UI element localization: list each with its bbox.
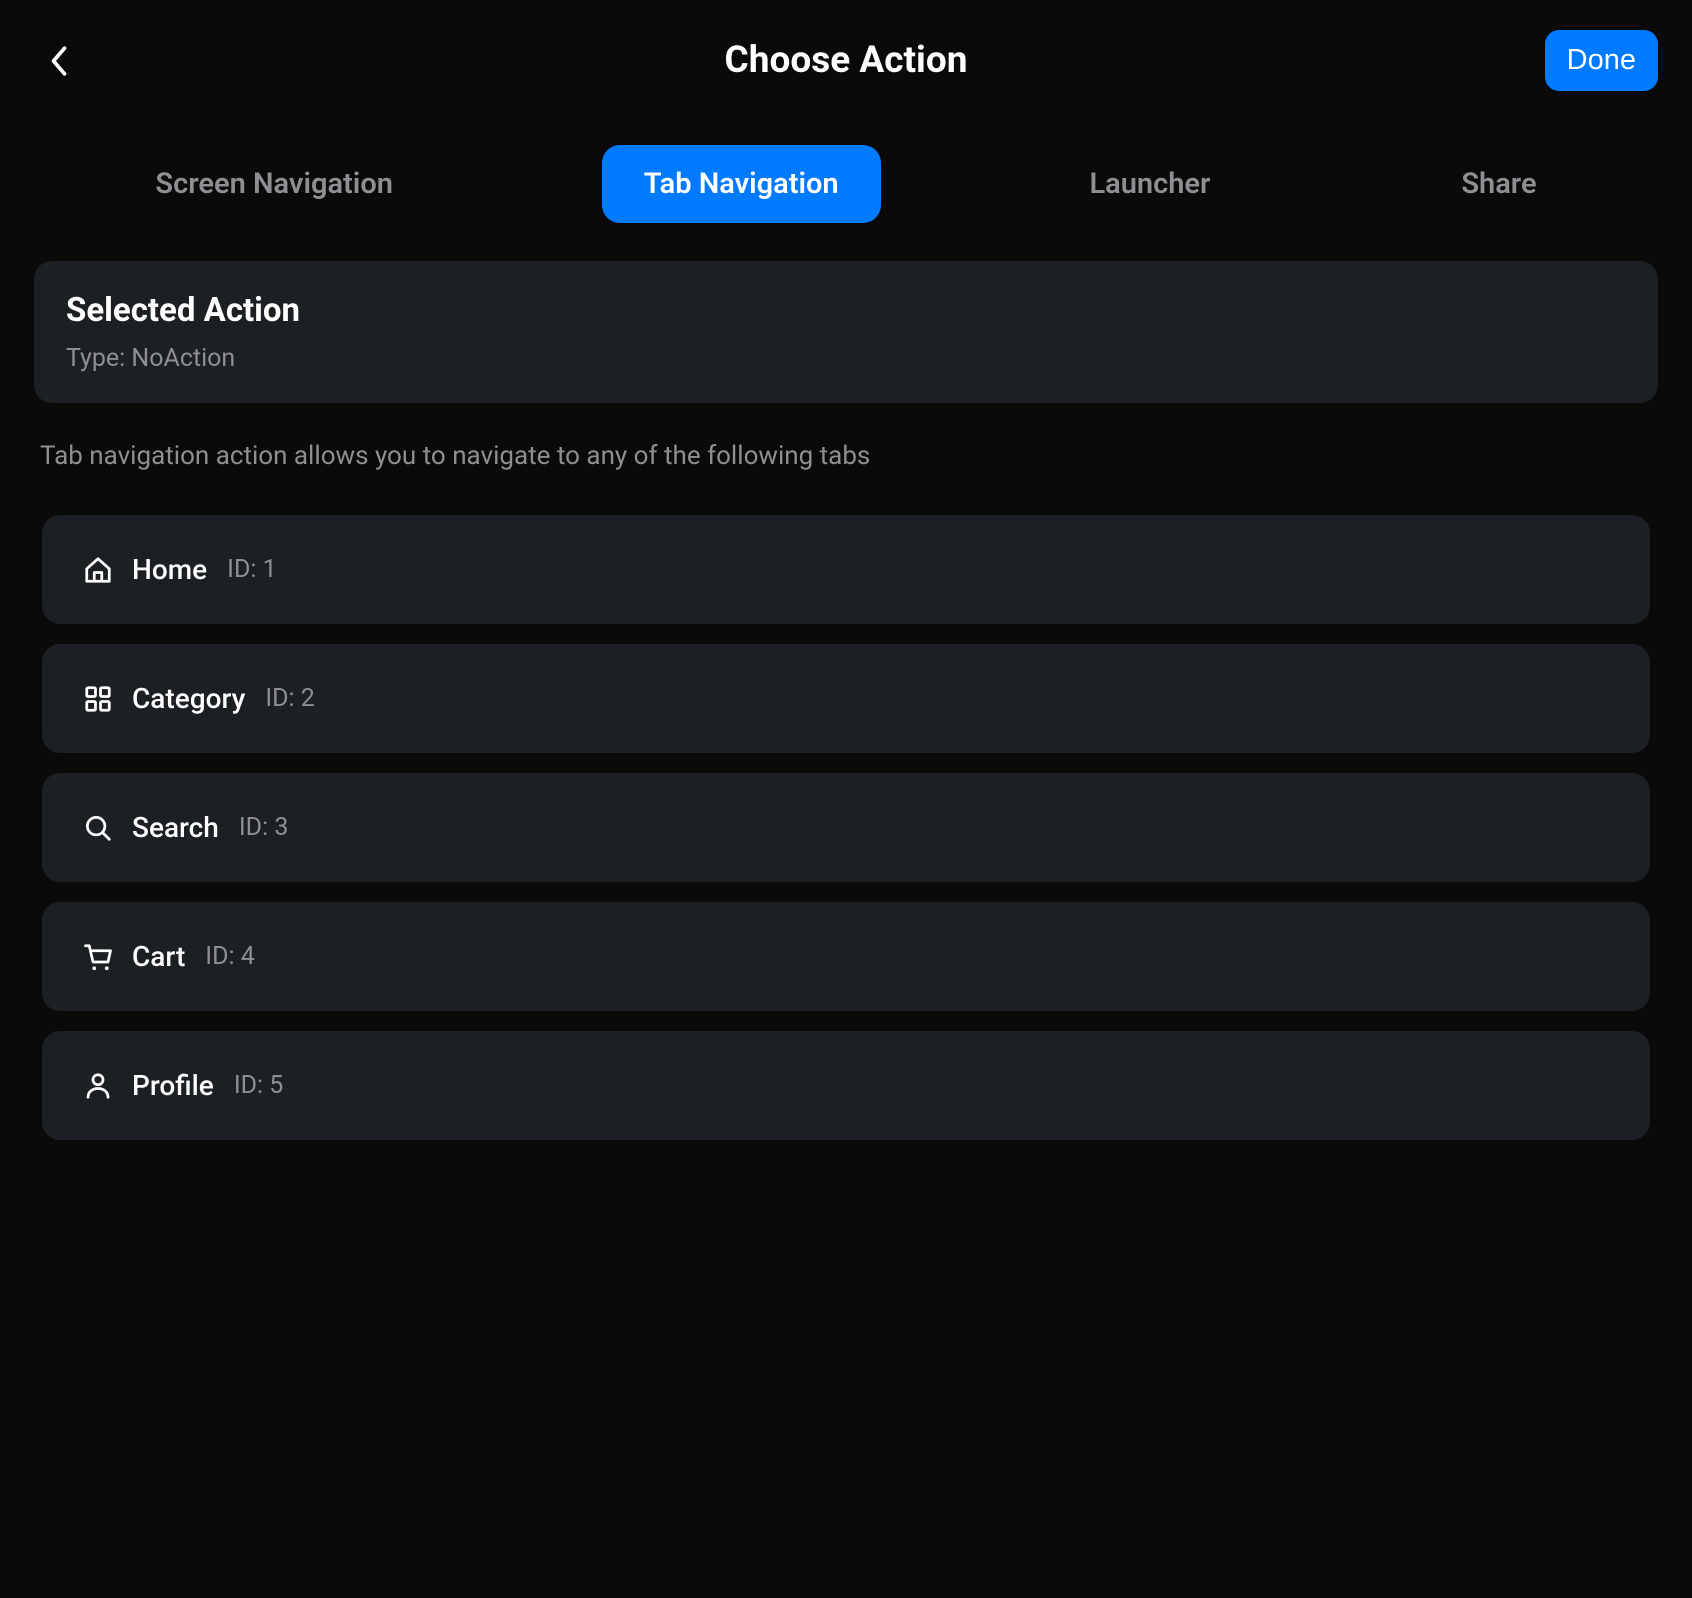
app-container: Choose Action Done Screen Navigation Tab… <box>0 0 1692 1598</box>
list-item-id: ID: 3 <box>239 813 289 842</box>
list-item-id: ID: 4 <box>205 942 255 971</box>
back-button[interactable] <box>34 36 84 86</box>
cart-icon <box>82 941 114 973</box>
tab-launcher[interactable]: Launcher <box>1047 145 1252 223</box>
list-item-id: ID: 5 <box>234 1071 284 1100</box>
tab-screen-navigation[interactable]: Screen Navigation <box>113 145 435 223</box>
page-title: Choose Action <box>725 39 968 82</box>
list-item-label: Profile <box>132 1069 214 1102</box>
done-button[interactable]: Done <box>1545 30 1658 91</box>
chevron-left-icon <box>48 43 70 79</box>
list-item-label: Cart <box>132 940 185 973</box>
header: Choose Action Done <box>20 22 1672 121</box>
list-item-profile[interactable]: Profile ID: 5 <box>42 1031 1650 1140</box>
list-item-cart[interactable]: Cart ID: 4 <box>42 902 1650 1011</box>
description-text: Tab navigation action allows you to navi… <box>34 441 1658 471</box>
tab-share[interactable]: Share <box>1419 145 1578 223</box>
search-icon <box>82 812 114 844</box>
list-item-label: Search <box>132 811 219 844</box>
tab-tab-navigation[interactable]: Tab Navigation <box>602 145 881 223</box>
selected-action-card: Selected Action Type: NoAction <box>34 261 1658 403</box>
selected-action-type: Type: NoAction <box>66 344 1626 373</box>
list-item-category[interactable]: Category ID: 2 <box>42 644 1650 753</box>
list-item-id: ID: 1 <box>227 555 277 584</box>
home-icon <box>82 554 114 586</box>
profile-icon <box>82 1070 114 1102</box>
content: Selected Action Type: NoAction Tab navig… <box>20 247 1672 1154</box>
list-item-home[interactable]: Home ID: 1 <box>42 515 1650 624</box>
list-item-label: Home <box>132 553 207 586</box>
list-item-id: ID: 2 <box>265 684 315 713</box>
category-icon <box>82 683 114 715</box>
tabs-row: Screen Navigation Tab Navigation Launche… <box>20 121 1672 247</box>
selected-action-title: Selected Action <box>66 291 1626 330</box>
list-item-label: Category <box>132 682 245 715</box>
list-item-search[interactable]: Search ID: 3 <box>42 773 1650 882</box>
tab-list: Home ID: 1 Category ID: 2 <box>34 515 1658 1140</box>
